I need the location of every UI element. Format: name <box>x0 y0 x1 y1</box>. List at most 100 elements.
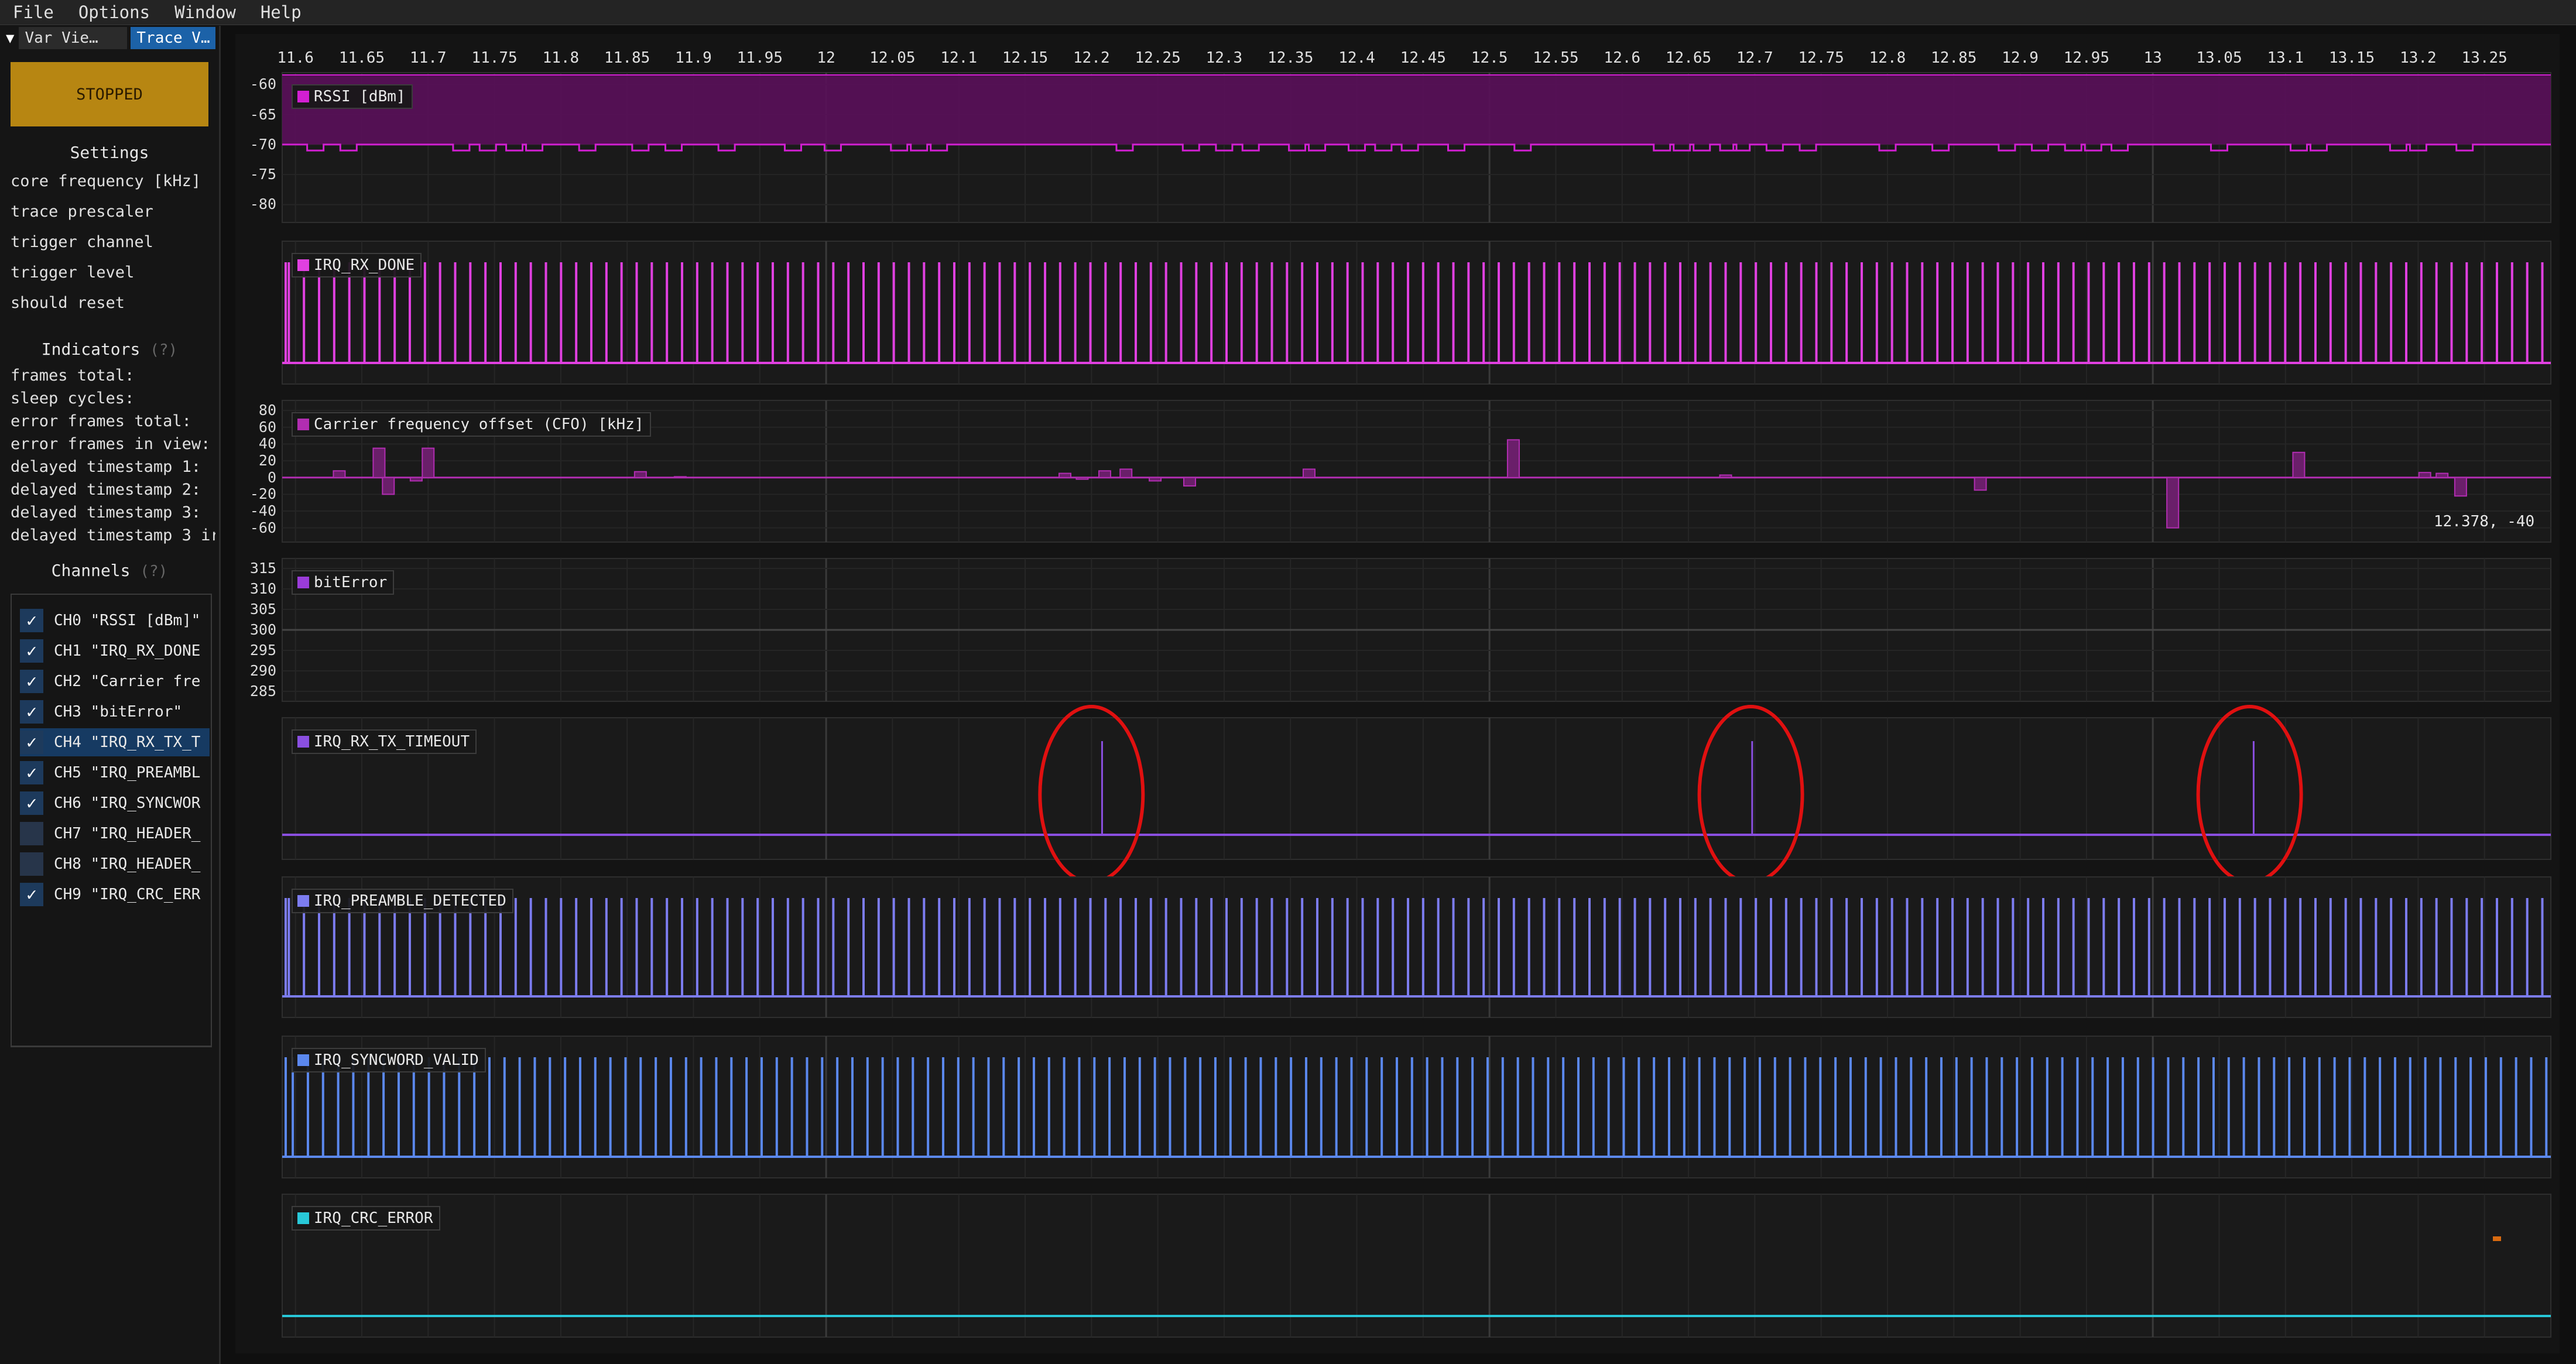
channel-row[interactable]: ✓ CH0 "RSSI [dBm]" <box>20 606 210 635</box>
crc-error-marker <box>2493 1236 2501 1241</box>
checkbox-checked-icon[interactable]: ✓ <box>20 761 43 784</box>
y-tick-label: -80 <box>249 196 276 213</box>
series-legend[interactable]: bitError <box>292 570 395 595</box>
checkbox-checked-icon[interactable]: ✓ <box>20 639 43 663</box>
channel-row[interactable]: ✓ CH3 "bitError" <box>20 698 210 726</box>
y-tick-label: 40 <box>258 435 276 453</box>
setting-should-reset[interactable]: should reset <box>11 294 215 312</box>
indicator-error-frames-in-view: error frames in view: <box>11 435 211 453</box>
menu-window[interactable]: Window <box>174 2 236 22</box>
cfo-bar <box>1506 439 1520 478</box>
y-tick-label: -65 <box>249 105 276 123</box>
y-tick-label: 305 <box>249 601 276 618</box>
cfo-bar <box>1302 468 1316 478</box>
checkbox-checked-icon[interactable]: ✓ <box>20 791 43 815</box>
checkbox-checked-icon[interactable]: ✓ <box>20 731 43 754</box>
legend-swatch-icon <box>297 736 309 748</box>
channels-help-icon[interactable]: (?) <box>140 563 167 580</box>
channel-row[interactable]: ✓ CH6 "IRQ_SYNCWOR <box>20 789 210 817</box>
x-tick-label: 12.65 <box>1665 49 1712 67</box>
checkbox-unchecked-icon[interactable] <box>20 822 43 845</box>
legend-swatch-icon <box>297 1054 309 1066</box>
trace-plot-area[interactable]: 11.6 11.65 11.7 11.75 11.8 11.85 11.9 11.95 12 12… <box>235 34 2560 1353</box>
cfo-bar <box>409 477 423 482</box>
series-legend[interactable]: IRQ_RX_DONE <box>292 253 422 277</box>
series-legend[interactable]: IRQ_SYNCWORD_VALID <box>292 1048 486 1072</box>
series-legend[interactable]: Carrier frequency offset (CFO) [kHz] <box>292 412 651 437</box>
x-tick-label: 13.1 <box>2267 49 2304 67</box>
menu-help[interactable]: Help <box>261 2 302 22</box>
collapse-arrow-icon[interactable]: ▼ <box>6 30 14 46</box>
channel-row[interactable]: ✓ CH9 "IRQ_CRC_ERR <box>20 880 210 909</box>
series-legend[interactable]: IRQ_PREAMBLE_DETECTED <box>292 889 513 913</box>
channel-row[interactable]: ✓ CH5 "IRQ_PREAMBL <box>20 759 210 787</box>
menu-bar: File Options Window Help <box>0 0 2576 25</box>
x-tick-label: 11.75 <box>471 49 518 67</box>
channel-label: CH7 "IRQ_HEADER_ <box>54 825 201 842</box>
series-legend[interactable]: RSSI [dBm] <box>292 84 413 109</box>
channel-row[interactable]: CH8 "IRQ_HEADER_ <box>20 850 210 878</box>
trace-plots-svg[interactable] <box>235 34 2560 1353</box>
setting-trigger-level[interactable]: trigger level <box>11 263 215 282</box>
run-state-button[interactable]: STOPPED <box>11 62 208 126</box>
x-tick-label: 12.55 <box>1533 49 1579 67</box>
channel-row[interactable]: CH7 "IRQ_HEADER_ <box>20 820 210 848</box>
legend-swatch-icon <box>297 577 309 588</box>
menu-options[interactable]: Options <box>78 2 150 22</box>
cfo-bar <box>2166 477 2180 529</box>
y-tick-label: 0 <box>267 468 276 486</box>
x-tick-label: 13.15 <box>2328 49 2375 67</box>
y-tick-label: -60 <box>249 76 276 93</box>
checkbox-unchecked-icon[interactable] <box>20 852 43 876</box>
legend-label: Carrier frequency offset (CFO) [kHz] <box>314 416 644 433</box>
cfo-bar <box>633 471 647 478</box>
x-tick-label: 11.8 <box>542 49 580 67</box>
checkbox-checked-icon[interactable]: ✓ <box>20 700 43 724</box>
y-tick-label: 60 <box>258 418 276 436</box>
legend-swatch-icon <box>297 1212 309 1224</box>
legend-swatch-icon <box>297 91 309 102</box>
x-tick-label: 12.75 <box>1798 49 1844 67</box>
x-tick-label: 12.3 <box>1205 49 1243 67</box>
indicators-help-icon[interactable]: (?) <box>150 341 177 359</box>
x-tick-label: 11.6 <box>277 49 314 67</box>
setting-core-frequency[interactable]: core frequency [kHz] <box>11 172 215 190</box>
x-tick-label: 12.45 <box>1400 49 1446 67</box>
tab-var-view[interactable]: Var Vie… <box>19 27 128 49</box>
channels-title: Channels <box>51 561 131 580</box>
cfo-bar <box>2454 477 2467 497</box>
channel-row[interactable]: ✓ CH4 "IRQ_RX_TX_T <box>20 728 210 756</box>
x-tick-label: 13.05 <box>2196 49 2242 67</box>
cfo-bar <box>382 477 395 495</box>
checkbox-checked-icon[interactable]: ✓ <box>20 883 43 906</box>
cfo-bar <box>1098 470 1111 478</box>
cfo-bar <box>2418 472 2431 478</box>
tab-trace-view[interactable]: Trace V… <box>131 27 215 49</box>
y-tick-label: 315 <box>249 560 276 577</box>
series-legend[interactable]: IRQ_RX_TX_TIMEOUT <box>292 729 477 754</box>
y-tick-label: -20 <box>249 485 276 503</box>
cfo-bar <box>1149 477 1162 482</box>
y-tick-label: -40 <box>249 502 276 520</box>
x-tick-label: 12.15 <box>1002 49 1049 67</box>
x-tick-label: 11.65 <box>338 49 385 67</box>
checkbox-checked-icon[interactable]: ✓ <box>20 609 43 632</box>
x-tick-label: 11.85 <box>604 49 650 67</box>
checkbox-checked-icon[interactable]: ✓ <box>20 670 43 693</box>
x-tick-label: 12.7 <box>1736 49 1773 67</box>
channel-label: CH8 "IRQ_HEADER_ <box>54 855 201 873</box>
series-legend[interactable]: IRQ_CRC_ERROR <box>292 1206 440 1231</box>
indicator-error-frames-total: error frames total: <box>11 412 191 430</box>
legend-swatch-icon <box>297 259 309 271</box>
channel-row[interactable]: ✓ CH1 "IRQ_RX_DONE <box>20 637 210 665</box>
setting-trigger-channel[interactable]: trigger channel <box>11 233 215 251</box>
menu-file[interactable]: File <box>13 2 54 22</box>
channel-row[interactable]: ✓ CH2 "Carrier fre <box>20 667 210 695</box>
setting-trace-prescaler[interactable]: trace prescaler <box>11 203 215 221</box>
y-tick-label: 290 <box>249 662 276 679</box>
indicator-sleep-cycles: sleep cycles: <box>11 389 135 407</box>
cfo-bar <box>1183 477 1196 487</box>
y-tick-label: -60 <box>249 519 276 536</box>
legend-label: IRQ_CRC_ERROR <box>314 1209 433 1227</box>
x-tick-label: 12.4 <box>1338 49 1375 67</box>
